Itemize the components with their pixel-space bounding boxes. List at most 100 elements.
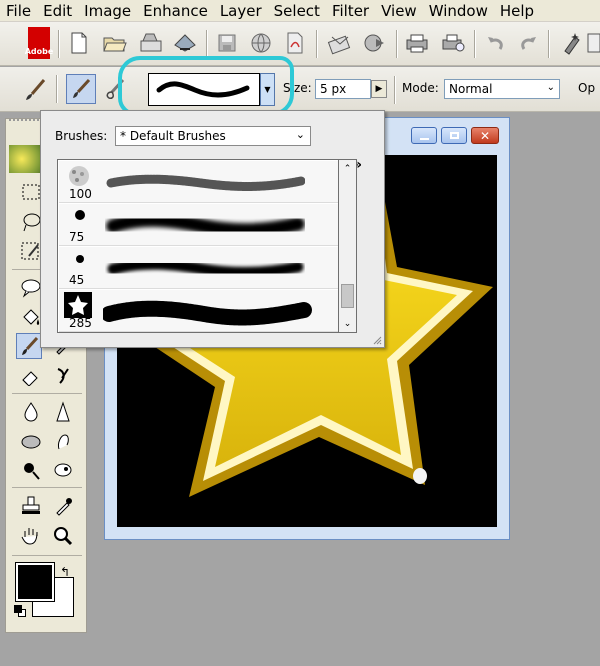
- toolbar-separator: [548, 30, 549, 58]
- print-button[interactable]: [402, 28, 432, 58]
- brush-tool[interactable]: [16, 333, 42, 359]
- brush-list-scrollbar[interactable]: ⌃ ⌄: [339, 159, 357, 333]
- size-input[interactable]: 5 px: [315, 79, 371, 99]
- blur-tool[interactable]: [18, 399, 44, 425]
- save-button[interactable]: [212, 28, 242, 58]
- undo-arrow-icon: [488, 37, 503, 50]
- menu-filter[interactable]: Filter: [326, 0, 375, 22]
- mode-select[interactable]: Normal ⌄: [444, 79, 560, 99]
- chevron-up-icon: ⌃: [343, 164, 352, 174]
- sharpen-tool[interactable]: [50, 399, 76, 425]
- brush-item[interactable]: 45: [59, 247, 338, 289]
- toolbox-separator: [12, 487, 82, 488]
- zoom-tool[interactable]: [50, 523, 76, 549]
- resize-grip-icon[interactable]: [372, 335, 382, 345]
- star-stroke-preview: [103, 300, 312, 326]
- quick-fix-button[interactable]: [556, 28, 586, 58]
- pdf-button[interactable]: [280, 28, 310, 58]
- scroll-down-arrow[interactable]: ⌄: [339, 316, 356, 332]
- online-services-button[interactable]: [360, 28, 390, 58]
- brush-item[interactable]: 75: [59, 204, 338, 246]
- clone-stamp-tool[interactable]: [18, 493, 44, 519]
- opacity-label: Op: [578, 81, 596, 95]
- brush-set-value: * Default Brushes: [120, 129, 226, 143]
- size-slider-button[interactable]: ▶: [371, 80, 387, 98]
- close-button[interactable]: ✕: [471, 127, 499, 144]
- scroll-up-arrow[interactable]: ⌃: [339, 161, 356, 177]
- menu-view[interactable]: View: [375, 0, 423, 22]
- options-bar: ▼ Size: 5 px ▶ Mode: Normal ⌄ Op: [0, 67, 600, 112]
- toolbar-separator: [394, 76, 395, 104]
- brush-list[interactable]: 100 75 45 285: [57, 159, 339, 333]
- spatter-brush-thumbnail: [69, 166, 89, 186]
- toolbox-separator: [12, 555, 82, 556]
- attach-email-button[interactable]: [324, 28, 354, 58]
- menu-select[interactable]: Select: [268, 0, 326, 22]
- stamp-icon: [22, 496, 40, 514]
- finger-icon: [58, 434, 69, 450]
- menu-edit[interactable]: Edit: [37, 0, 78, 22]
- minimize-button[interactable]: [411, 127, 437, 144]
- menu-enhance[interactable]: Enhance: [137, 0, 214, 22]
- default-colors-icon[interactable]: [14, 605, 26, 617]
- smudge-tool[interactable]: [50, 429, 76, 455]
- lasso-icon: [23, 213, 41, 232]
- eyedropper-tool[interactable]: [50, 493, 76, 519]
- soft-round-stroke-preview: [106, 212, 305, 238]
- hand-tool[interactable]: [18, 523, 44, 549]
- soft-round-brush-thumbnail: [75, 210, 85, 220]
- save-disk-icon: [218, 34, 236, 52]
- brush-item[interactable]: 100: [59, 161, 338, 203]
- browse-button[interactable]: [136, 28, 166, 58]
- magnifier-icon: [54, 527, 73, 546]
- adobe-logo-text: Adobe: [24, 47, 54, 56]
- swap-colors-icon[interactable]: ↰: [60, 565, 70, 579]
- menu-window[interactable]: Window: [423, 0, 494, 22]
- sponge-icon: [21, 435, 41, 449]
- brush-set-tool[interactable]: [50, 363, 76, 389]
- brush-icon: [73, 78, 91, 98]
- menu-image[interactable]: Image: [78, 0, 137, 22]
- new-file-button[interactable]: [64, 28, 94, 58]
- file-browser-icon: [140, 33, 162, 52]
- brush-size-label: 100: [69, 187, 92, 201]
- toolbar-separator: [396, 30, 397, 58]
- brush-picker[interactable]: [148, 73, 260, 106]
- save-for-web-button[interactable]: [246, 28, 276, 58]
- globe-icon: [251, 33, 271, 53]
- chevron-down-icon: ⌄: [343, 319, 352, 329]
- dodge-tool[interactable]: [50, 457, 76, 483]
- foreground-color-swatch[interactable]: [15, 562, 55, 602]
- menu-file[interactable]: File: [0, 0, 37, 22]
- hand-icon: [21, 528, 38, 545]
- paintbrush-icon: [22, 336, 39, 355]
- eraser-tool[interactable]: [18, 363, 44, 389]
- pdf-document-icon: [287, 32, 303, 54]
- menu-bar: File Edit Image Enhance Layer Select Fil…: [0, 0, 600, 22]
- impressionist-brush-button[interactable]: [100, 74, 130, 104]
- maximize-button[interactable]: [441, 127, 467, 144]
- menu-layer[interactable]: Layer: [214, 0, 268, 22]
- menu-help[interactable]: Help: [494, 0, 540, 22]
- sponge-tool[interactable]: [18, 429, 44, 455]
- toolbar-overflow[interactable]: [586, 28, 600, 58]
- scroll-thumb[interactable]: [341, 284, 354, 308]
- star-brush-thumbnail: [64, 292, 92, 318]
- chevron-down-icon: ⌄: [546, 82, 555, 93]
- brush-set-select[interactable]: * Default Brushes ⌄: [115, 126, 311, 146]
- step-forward-button[interactable]: [514, 28, 544, 58]
- step-backward-button[interactable]: [480, 28, 510, 58]
- print-preview-button[interactable]: [438, 28, 468, 58]
- brush-item[interactable]: 285: [59, 290, 338, 332]
- toolbar-separator: [316, 30, 317, 58]
- brush-mode-button[interactable]: [66, 74, 96, 104]
- burn-tool[interactable]: [18, 457, 44, 483]
- open-file-button[interactable]: [100, 28, 130, 58]
- toolbox-separator: [12, 393, 82, 394]
- cookie-cutter-icon: [21, 279, 41, 298]
- brush-picker-dropdown[interactable]: ▼: [260, 73, 275, 106]
- adobe-logo[interactable]: Adobe: [25, 27, 53, 59]
- eyedropper-icon: [56, 498, 72, 516]
- import-button[interactable]: [170, 28, 200, 58]
- main-toolbar: Adobe: [0, 22, 600, 66]
